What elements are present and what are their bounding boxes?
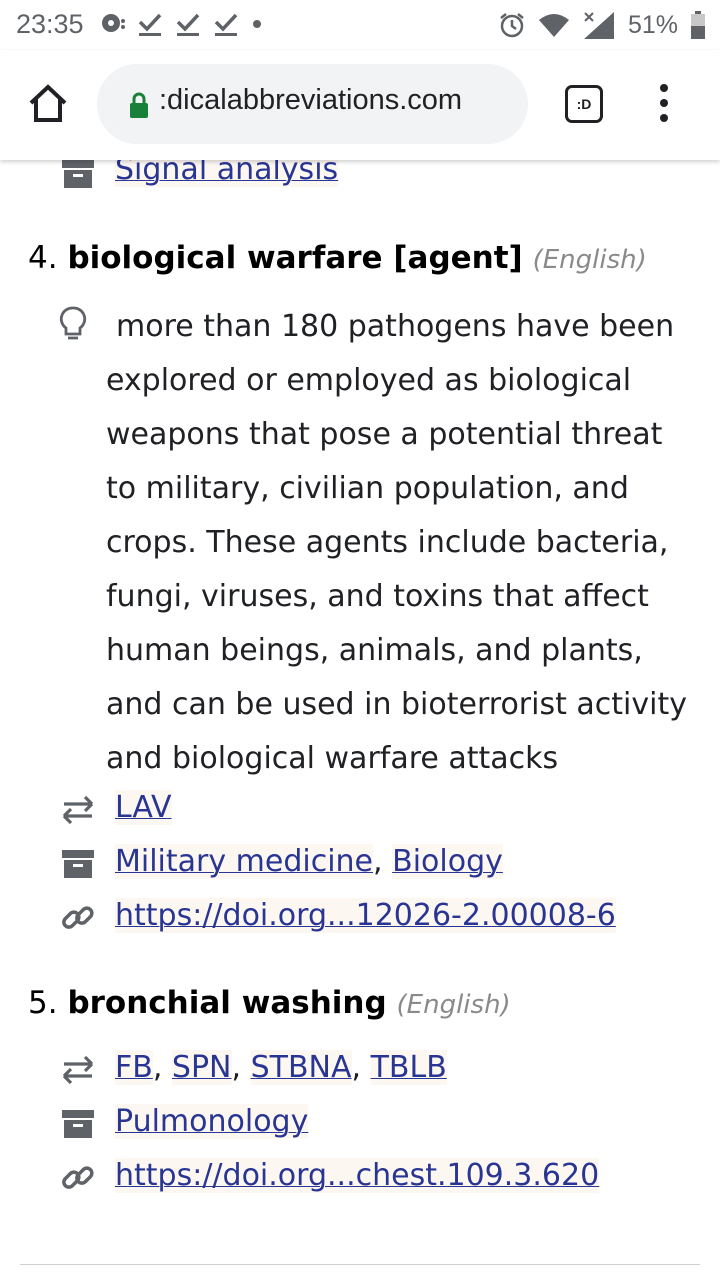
address-bar[interactable]: :dicalabbreviations.com: [97, 64, 528, 144]
check-notification-icon: [214, 13, 238, 36]
source-link[interactable]: https://doi.org...chest.109.3.620: [115, 1158, 600, 1193]
more-notifications-dot-icon: [253, 20, 261, 28]
notification-icons: [100, 8, 264, 40]
category-row: Military medicine, Biology: [0, 844, 720, 884]
category-link[interactable]: Pulmonology: [115, 1104, 309, 1139]
section-divider: [20, 1264, 700, 1265]
menu-dot-icon: [660, 99, 668, 107]
chat-notification-icon: [102, 14, 125, 32]
entry-number: 4.: [28, 240, 58, 276]
abbreviations-row: FB, SPN, STBNA, TBLB: [0, 1050, 720, 1090]
link-separator: ,: [231, 1050, 251, 1085]
status-time: 23:35: [16, 9, 84, 39]
lock-icon: [130, 92, 148, 118]
url-text[interactable]: :dicalabbreviations.com: [159, 84, 511, 117]
abbreviations-row: LAV: [0, 790, 720, 830]
check-notification-icon: [138, 13, 162, 36]
archive-icon: [58, 1104, 98, 1144]
entry-term: bronchial washing: [67, 985, 387, 1021]
abbreviation-link[interactable]: LAV: [115, 790, 172, 825]
source-link[interactable]: https://doi.org...12026-2.00008-6: [115, 898, 616, 933]
entry-title: 4. biological warfare [agent] (English): [28, 240, 647, 276]
abbreviation-link[interactable]: TBLB: [370, 1050, 447, 1085]
home-icon: [29, 84, 67, 122]
cell-signal-icon: [583, 12, 614, 39]
category-row: Pulmonology: [0, 1104, 720, 1144]
category-links: Pulmonology: [115, 1104, 309, 1139]
swap-arrows-icon: [58, 1050, 98, 1090]
overflow-menu-button[interactable]: [652, 84, 676, 128]
entry-term: biological warfare [agent]: [67, 240, 523, 276]
archive-icon: [58, 160, 98, 194]
menu-dot-icon: [660, 114, 668, 122]
browser-toolbar: :dicalabbreviations.com :D: [0, 50, 720, 160]
archive-icon: [58, 844, 98, 884]
swap-arrows-icon: [58, 790, 98, 830]
alarm-icon: [500, 13, 524, 38]
page-content: Signal analysis 4. biological warfare [a…: [0, 160, 720, 1280]
category-links: Signal analysis: [115, 160, 339, 187]
entry-definition: more than 180 pathogens have been explor…: [106, 309, 687, 776]
menu-dot-icon: [660, 84, 668, 92]
link-icon: [58, 898, 98, 938]
link-separator: ,: [351, 1050, 371, 1085]
home-button[interactable]: [26, 82, 70, 126]
category-row: Signal analysis: [0, 160, 720, 194]
source-links: https://doi.org...chest.109.3.620: [115, 1158, 600, 1193]
abbreviation-links: LAV: [115, 790, 172, 825]
link-separator: ,: [373, 844, 393, 879]
entry-language: (English): [396, 990, 511, 1020]
tab-switcher-button[interactable]: :D: [565, 85, 603, 123]
battery-percent: 51%: [627, 10, 678, 39]
link-separator: ,: [152, 1050, 172, 1085]
check-notification-icon: [176, 13, 200, 36]
entry-language: (English): [532, 245, 647, 275]
category-links: Military medicine, Biology: [115, 844, 503, 879]
category-link[interactable]: Biology: [392, 844, 503, 879]
entry-title: 5. bronchial washing (English): [28, 985, 511, 1021]
source-row: https://doi.org...12026-2.00008-6: [0, 898, 720, 938]
abbreviation-link[interactable]: FB: [115, 1050, 153, 1085]
link-icon: [58, 1158, 98, 1198]
system-icons: 51%: [498, 8, 706, 42]
entry-number: 5.: [28, 985, 58, 1021]
status-bar: 23:35 51%: [0, 0, 720, 50]
category-link[interactable]: Signal analysis: [115, 160, 339, 187]
abbreviation-link[interactable]: STBNA: [250, 1050, 352, 1085]
abbreviation-link[interactable]: SPN: [171, 1050, 232, 1085]
abbreviation-links: FB, SPN, STBNA, TBLB: [115, 1050, 447, 1085]
battery-icon: [691, 11, 705, 39]
source-links: https://doi.org...12026-2.00008-6: [115, 898, 616, 933]
wifi-icon: [538, 14, 569, 37]
category-link[interactable]: Military medicine: [115, 844, 374, 879]
source-row: https://doi.org...chest.109.3.620: [0, 1158, 720, 1198]
lightbulb-icon: [59, 306, 87, 340]
